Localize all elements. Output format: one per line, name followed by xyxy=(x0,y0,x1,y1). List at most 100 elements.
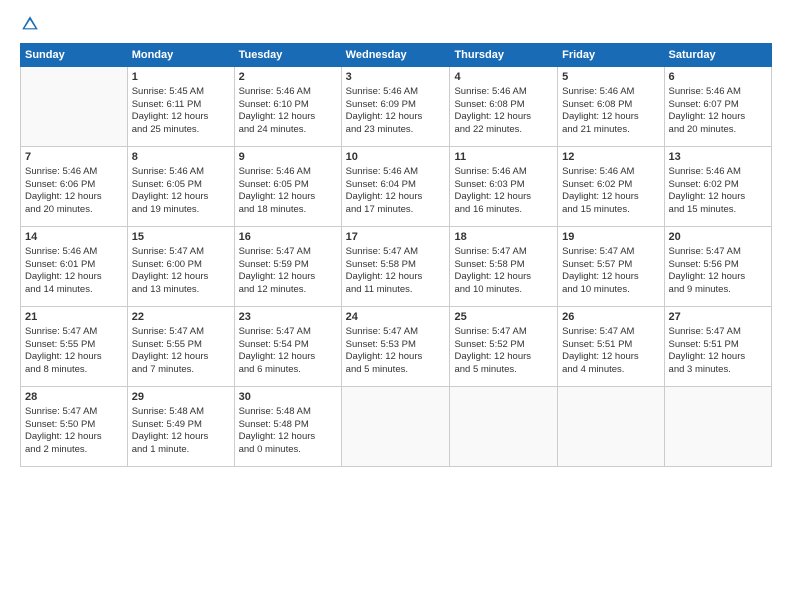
sunrise-text: Sunrise: 5:45 AM xyxy=(132,86,230,99)
sunset-text: Sunset: 5:57 PM xyxy=(562,259,659,272)
sunset-text: Sunset: 6:02 PM xyxy=(669,179,767,192)
daylight-text: Daylight: 12 hours xyxy=(25,431,123,444)
daylight-text: Daylight: 12 hours xyxy=(132,271,230,284)
day-number: 23 xyxy=(239,310,337,325)
daylight-text: Daylight: 12 hours xyxy=(669,191,767,204)
daylight-text: Daylight: 12 hours xyxy=(454,191,553,204)
daylight-text: Daylight: 12 hours xyxy=(239,271,337,284)
daylight-text: Daylight: 12 hours xyxy=(132,111,230,124)
day-number: 19 xyxy=(562,230,659,245)
day-number: 8 xyxy=(132,150,230,165)
sunset-text: Sunset: 5:51 PM xyxy=(562,339,659,352)
daylight-text: Daylight: 12 hours xyxy=(562,351,659,364)
calendar-cell: 11Sunrise: 5:46 AMSunset: 6:03 PMDayligh… xyxy=(450,147,558,227)
calendar-cell: 28Sunrise: 5:47 AMSunset: 5:50 PMDayligh… xyxy=(21,387,128,467)
calendar-week: 14Sunrise: 5:46 AMSunset: 6:01 PMDayligh… xyxy=(21,227,772,307)
daylight-text: Daylight: 12 hours xyxy=(346,191,446,204)
sunset-text: Sunset: 5:53 PM xyxy=(346,339,446,352)
weekday-header: Tuesday xyxy=(234,44,341,67)
daylight-and-text: and 16 minutes. xyxy=(454,204,553,217)
weekday-header: Friday xyxy=(558,44,664,67)
calendar-cell: 12Sunrise: 5:46 AMSunset: 6:02 PMDayligh… xyxy=(558,147,664,227)
sunrise-text: Sunrise: 5:46 AM xyxy=(132,166,230,179)
sunset-text: Sunset: 6:11 PM xyxy=(132,99,230,112)
sunrise-text: Sunrise: 5:47 AM xyxy=(562,246,659,259)
daylight-and-text: and 17 minutes. xyxy=(346,204,446,217)
sunrise-text: Sunrise: 5:46 AM xyxy=(25,166,123,179)
calendar-cell: 22Sunrise: 5:47 AMSunset: 5:55 PMDayligh… xyxy=(127,307,234,387)
daylight-text: Daylight: 12 hours xyxy=(669,351,767,364)
sunset-text: Sunset: 5:52 PM xyxy=(454,339,553,352)
calendar-cell: 29Sunrise: 5:48 AMSunset: 5:49 PMDayligh… xyxy=(127,387,234,467)
calendar-cell: 10Sunrise: 5:46 AMSunset: 6:04 PMDayligh… xyxy=(341,147,450,227)
day-number: 6 xyxy=(669,70,767,85)
day-number: 2 xyxy=(239,70,337,85)
weekday-header: Thursday xyxy=(450,44,558,67)
calendar: SundayMondayTuesdayWednesdayThursdayFrid… xyxy=(20,43,772,467)
sunset-text: Sunset: 5:56 PM xyxy=(669,259,767,272)
sunset-text: Sunset: 6:01 PM xyxy=(25,259,123,272)
day-number: 5 xyxy=(562,70,659,85)
day-number: 13 xyxy=(669,150,767,165)
sunset-text: Sunset: 5:49 PM xyxy=(132,419,230,432)
sunrise-text: Sunrise: 5:47 AM xyxy=(346,246,446,259)
calendar-cell: 8Sunrise: 5:46 AMSunset: 6:05 PMDaylight… xyxy=(127,147,234,227)
sunrise-text: Sunrise: 5:46 AM xyxy=(454,86,553,99)
daylight-text: Daylight: 12 hours xyxy=(132,431,230,444)
daylight-text: Daylight: 12 hours xyxy=(454,111,553,124)
calendar-cell: 14Sunrise: 5:46 AMSunset: 6:01 PMDayligh… xyxy=(21,227,128,307)
sunset-text: Sunset: 6:10 PM xyxy=(239,99,337,112)
calendar-cell: 19Sunrise: 5:47 AMSunset: 5:57 PMDayligh… xyxy=(558,227,664,307)
day-number: 4 xyxy=(454,70,553,85)
sunrise-text: Sunrise: 5:47 AM xyxy=(562,326,659,339)
daylight-text: Daylight: 12 hours xyxy=(669,271,767,284)
calendar-cell xyxy=(558,387,664,467)
daylight-and-text: and 10 minutes. xyxy=(454,284,553,297)
calendar-cell: 3Sunrise: 5:46 AMSunset: 6:09 PMDaylight… xyxy=(341,67,450,147)
daylight-and-text: and 10 minutes. xyxy=(562,284,659,297)
day-number: 18 xyxy=(454,230,553,245)
calendar-cell: 17Sunrise: 5:47 AMSunset: 5:58 PMDayligh… xyxy=(341,227,450,307)
daylight-and-text: and 4 minutes. xyxy=(562,364,659,377)
logo xyxy=(20,15,39,33)
weekday-header: Sunday xyxy=(21,44,128,67)
daylight-and-text: and 0 minutes. xyxy=(239,444,337,457)
day-number: 26 xyxy=(562,310,659,325)
weekday-header: Wednesday xyxy=(341,44,450,67)
logo-icon xyxy=(21,15,39,33)
day-number: 28 xyxy=(25,390,123,405)
day-number: 3 xyxy=(346,70,446,85)
sunset-text: Sunset: 5:55 PM xyxy=(25,339,123,352)
day-number: 21 xyxy=(25,310,123,325)
header-row: SundayMondayTuesdayWednesdayThursdayFrid… xyxy=(21,44,772,67)
daylight-and-text: and 5 minutes. xyxy=(454,364,553,377)
daylight-and-text: and 2 minutes. xyxy=(25,444,123,457)
sunset-text: Sunset: 6:09 PM xyxy=(346,99,446,112)
day-number: 27 xyxy=(669,310,767,325)
sunrise-text: Sunrise: 5:46 AM xyxy=(454,166,553,179)
calendar-cell: 16Sunrise: 5:47 AMSunset: 5:59 PMDayligh… xyxy=(234,227,341,307)
daylight-text: Daylight: 12 hours xyxy=(562,111,659,124)
daylight-text: Daylight: 12 hours xyxy=(454,351,553,364)
calendar-cell xyxy=(450,387,558,467)
calendar-cell: 18Sunrise: 5:47 AMSunset: 5:58 PMDayligh… xyxy=(450,227,558,307)
calendar-week: 28Sunrise: 5:47 AMSunset: 5:50 PMDayligh… xyxy=(21,387,772,467)
daylight-and-text: and 18 minutes. xyxy=(239,204,337,217)
daylight-text: Daylight: 12 hours xyxy=(239,111,337,124)
day-number: 25 xyxy=(454,310,553,325)
daylight-and-text: and 22 minutes. xyxy=(454,124,553,137)
page: SundayMondayTuesdayWednesdayThursdayFrid… xyxy=(0,0,792,612)
sunrise-text: Sunrise: 5:47 AM xyxy=(25,326,123,339)
day-number: 30 xyxy=(239,390,337,405)
day-number: 24 xyxy=(346,310,446,325)
day-number: 7 xyxy=(25,150,123,165)
calendar-cell: 5Sunrise: 5:46 AMSunset: 6:08 PMDaylight… xyxy=(558,67,664,147)
daylight-text: Daylight: 12 hours xyxy=(132,191,230,204)
daylight-and-text: and 6 minutes. xyxy=(239,364,337,377)
daylight-and-text: and 24 minutes. xyxy=(239,124,337,137)
daylight-and-text: and 23 minutes. xyxy=(346,124,446,137)
sunrise-text: Sunrise: 5:47 AM xyxy=(454,246,553,259)
sunset-text: Sunset: 6:02 PM xyxy=(562,179,659,192)
daylight-text: Daylight: 12 hours xyxy=(562,191,659,204)
daylight-and-text: and 15 minutes. xyxy=(562,204,659,217)
